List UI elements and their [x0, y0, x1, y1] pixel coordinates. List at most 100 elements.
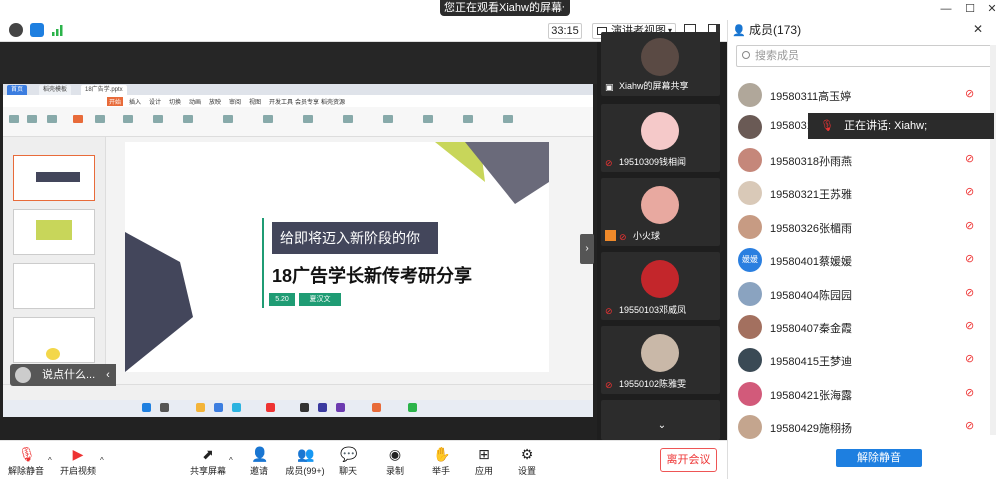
arrange-icon [423, 115, 433, 123]
mic-muted-icon: ⊘ [965, 186, 975, 198]
member-row[interactable]: 19580404陈园园 ⊘ [738, 279, 988, 309]
os-taskbar [3, 400, 593, 417]
menu-item[interactable]: 视图 [249, 97, 261, 106]
app-icon [318, 403, 327, 412]
slide-thumbnail[interactable] [13, 209, 95, 255]
shield-icon[interactable] [30, 23, 44, 37]
app-status-bar [3, 384, 593, 400]
textbox-icon [343, 115, 353, 123]
leave-meeting-button[interactable]: 离开会议 [660, 448, 717, 472]
video-tile[interactable]: ⊘ 19550103邓威凤 [601, 252, 720, 320]
record-icon: ◉ [388, 446, 402, 462]
member-row[interactable]: 媛媛 19580401蔡媛媛 ⊘ [738, 245, 988, 275]
video-tile[interactable]: ⊘ 小火球 [601, 178, 720, 246]
avatar [641, 260, 679, 298]
avatar [15, 367, 31, 383]
paste-icon [9, 115, 19, 123]
slide-thumbnail[interactable] [13, 263, 95, 309]
slide-canvas[interactable] [125, 142, 549, 372]
menu-item[interactable]: 开发工具 [269, 97, 293, 106]
chevron-up-icon[interactable]: ^ [48, 456, 52, 465]
menu-item[interactable]: 动画 [189, 97, 201, 106]
signal-icon[interactable] [52, 24, 64, 36]
more-icon[interactable]: ⋯ [555, 0, 565, 16]
start-video-button[interactable]: ▶ 开启视频 [56, 446, 100, 477]
maximize-icon[interactable]: ☐ [960, 1, 980, 17]
avatar [738, 181, 762, 205]
member-name: 19580429施栩扬 [770, 423, 852, 435]
app-tab[interactable]: 18广告学.pptx [81, 85, 127, 95]
member-row[interactable]: 19580407秦金霞 ⊘ [738, 312, 988, 342]
start-icon [142, 403, 151, 412]
record-button[interactable]: ◉ 录制 [373, 446, 417, 477]
sharing-banner[interactable]: 您正在观看Xiahw的屏幕 ⋯ [440, 0, 570, 16]
chat-preview[interactable]: 说点什么... ‹ [10, 364, 116, 386]
settings-button[interactable]: ⚙ 设置 [505, 446, 549, 477]
chevron-left-icon[interactable]: ‹ [100, 364, 116, 386]
menu-item[interactable]: 设计 [149, 97, 161, 106]
stage-header [0, 42, 597, 84]
menu-item[interactable]: 插入 [129, 97, 141, 106]
chat-icon: 💬 [340, 446, 358, 462]
member-row[interactable]: 19580429施栩扬 ⊘ [738, 412, 988, 442]
menu-item[interactable]: 放映 [209, 97, 221, 106]
user-icon [605, 230, 616, 241]
menu-item[interactable]: 切换 [169, 97, 181, 106]
avatar: 媛媛 [738, 248, 762, 272]
unmute-button[interactable]: 🎙 解除静音 [4, 446, 48, 477]
app-tab[interactable]: 首页 [7, 85, 28, 95]
app-icon [232, 403, 241, 412]
mic-muted-icon: ⊘ [965, 387, 975, 399]
mic-muted-icon: ⊘ [965, 320, 975, 332]
chevron-up-icon[interactable]: ^ [100, 456, 104, 465]
search-icon [742, 51, 750, 59]
share-screen-icon: ⬈ [202, 446, 214, 462]
format-icon [47, 115, 57, 123]
avatar [738, 382, 762, 406]
video-tile-name: ▣ Xiahw的屏幕共享 [605, 81, 689, 92]
invite-button[interactable]: 👤 邀请 [237, 446, 281, 477]
screen-share-icon: ▣ [605, 82, 614, 92]
member-row[interactable]: 19580321王苏雅 ⊘ [738, 178, 988, 208]
video-tile[interactable]: ⊘ 19550102陈雅雯 [601, 326, 720, 394]
avatar [738, 115, 762, 139]
app-tab[interactable]: 稻壳模板 [39, 85, 72, 95]
slide-thumbnail[interactable] [13, 155, 95, 201]
member-row[interactable]: 19580311高玉婷 ⊘ [738, 80, 988, 110]
scrollbar[interactable] [990, 45, 996, 435]
apps-button[interactable]: ⊞ 应用 [462, 446, 506, 477]
info-icon[interactable] [9, 23, 23, 37]
hand-icon: ✋ [433, 446, 451, 462]
chevron-down-icon[interactable]: ⌄ [652, 420, 672, 434]
member-name: 19580321王苏雅 [770, 189, 852, 201]
member-row[interactable]: 19580421张海露 ⊘ [738, 379, 988, 409]
member-row[interactable]: 19580318孙雨燕 ⊘ [738, 145, 988, 175]
avatar [738, 348, 762, 372]
raise-hand-button[interactable]: ✋ 举手 [419, 446, 463, 477]
chevron-up-icon[interactable]: ^ [229, 456, 233, 465]
unmute-all-button[interactable]: 解除静音 [836, 449, 922, 467]
slide-thumbnail[interactable] [13, 317, 95, 363]
share-screen-button[interactable]: ⬈ 共享屏幕 [186, 446, 230, 477]
avatar [738, 215, 762, 239]
menu-item[interactable]: 稻壳资源 [321, 97, 345, 106]
members-button[interactable]: 👥 成员(99+) [280, 446, 330, 477]
app-icon [300, 403, 309, 412]
member-row[interactable]: 19580415王梦迪 ⊘ [738, 345, 988, 375]
slide-thumbnails[interactable] [3, 137, 106, 389]
close-icon[interactable]: ✕ [982, 1, 999, 17]
video-tile[interactable]: ▣ Xiahw的屏幕共享 [601, 32, 720, 96]
minimize-icon[interactable]: — [936, 1, 956, 17]
member-search-input[interactable]: 搜索成员 [736, 45, 996, 67]
menu-item[interactable]: 会员专享 [295, 97, 319, 106]
chat-button[interactable]: 💬 聊天 [326, 446, 370, 477]
member-row[interactable]: 19580326张楣雨 ⊘ [738, 212, 988, 242]
folder-icon [196, 403, 205, 412]
video-tile[interactable]: ⊘ 19510309钱相闻 [601, 104, 720, 172]
menu-item[interactable]: 开始 [107, 97, 124, 106]
close-icon[interactable]: ✕ [973, 22, 983, 36]
app-icon [266, 403, 275, 412]
menu-item[interactable]: 审阅 [229, 97, 241, 106]
add-user-icon: 👤 [251, 446, 269, 462]
collapse-video-strip-button[interactable]: › [580, 234, 594, 264]
